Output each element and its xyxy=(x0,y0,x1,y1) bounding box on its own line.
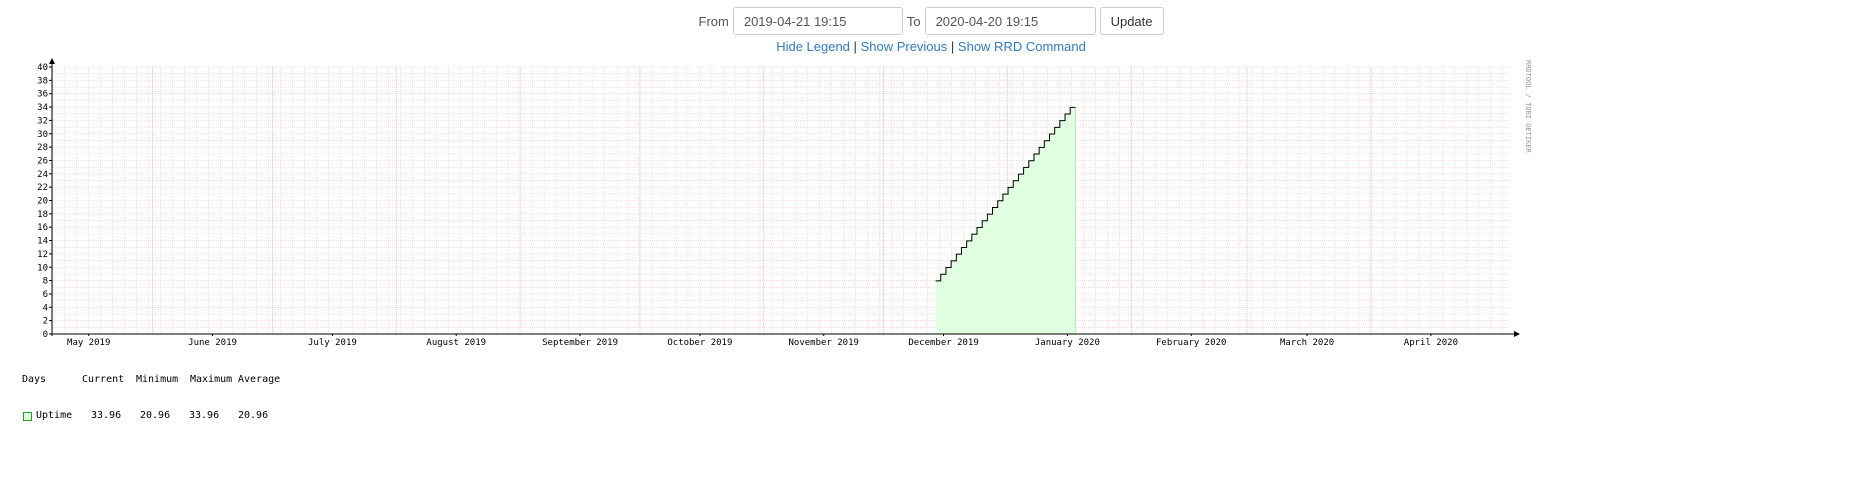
y-tick-label: 10 xyxy=(37,263,48,273)
x-tick-label: October 2019 xyxy=(667,338,732,348)
legend-minimum-value: 20.96 xyxy=(140,410,171,421)
legend-header-minimum: Minimum xyxy=(136,374,179,385)
to-label: To xyxy=(906,13,921,29)
y-tick-label: 40 xyxy=(37,63,48,73)
x-tick-label: November 2019 xyxy=(789,338,859,348)
legend-header-current: Current xyxy=(82,374,125,385)
y-tick-label: 38 xyxy=(37,76,48,86)
x-tick-label: December 2019 xyxy=(908,338,978,348)
chart-legend: Days Current Minimum Maximum Average Uptime 3… xyxy=(22,350,280,434)
y-tick-label: 16 xyxy=(37,223,48,233)
y-tick-label: 12 xyxy=(37,250,48,260)
rrdtool-watermark: RRDTOOL / TOBI OETIKER xyxy=(1524,60,1532,154)
x-tick-label: March 2020 xyxy=(1280,338,1334,348)
y-tick-label: 14 xyxy=(37,237,48,247)
hide-legend-link[interactable]: Hide Legend xyxy=(776,39,850,54)
x-tick-label: May 2019 xyxy=(67,338,110,348)
x-axis-arrow xyxy=(1514,331,1520,337)
legend-row-uptime: Uptime 33.96 20.96 33.96 20.96 xyxy=(22,410,280,422)
y-tick-label: 6 xyxy=(43,290,48,300)
date-range-controls: From To Update xyxy=(0,6,1862,36)
legend-header-days: Days xyxy=(22,374,47,385)
from-label: From xyxy=(698,13,729,29)
legend-header-maximum: Maximum xyxy=(190,374,233,385)
legend-series-name: Uptime xyxy=(36,410,73,421)
link-separator: | xyxy=(853,39,857,54)
legend-maximum-value: 33.96 xyxy=(189,410,220,421)
uptime-chart: 0246810121416182022242628303234363840May… xyxy=(37,58,1532,348)
legend-swatch xyxy=(23,411,32,421)
legend-average-value: 20.96 xyxy=(238,410,269,421)
y-tick-label: 8 xyxy=(43,277,48,287)
x-tick-label: April 2020 xyxy=(1404,338,1458,348)
from-date-input[interactable] xyxy=(732,7,903,35)
y-tick-label: 0 xyxy=(43,330,48,340)
graph-links: Hide Legend | Show Previous | Show RRD C… xyxy=(0,39,1862,54)
x-tick-label: January 2020 xyxy=(1035,338,1100,348)
x-tick-label: February 2020 xyxy=(1156,338,1226,348)
y-tick-label: 32 xyxy=(37,116,48,126)
update-button[interactable]: Update xyxy=(1099,7,1164,35)
link-separator: | xyxy=(950,39,955,54)
show-previous-link[interactable]: Show Previous xyxy=(861,39,948,54)
to-date-input[interactable] xyxy=(924,7,1096,35)
y-tick-label: 20 xyxy=(37,197,48,207)
y-tick-label: 36 xyxy=(37,90,48,100)
y-tick-label: 30 xyxy=(37,130,48,140)
legend-header-row: Days Current Minimum Maximum Average xyxy=(22,374,280,386)
x-tick-label: September 2019 xyxy=(542,338,618,348)
y-tick-label: 26 xyxy=(37,156,48,166)
legend-current-value: 33.96 xyxy=(91,410,122,421)
x-tick-label: June 2019 xyxy=(188,338,237,348)
y-tick-label: 2 xyxy=(43,317,48,327)
y-tick-label: 18 xyxy=(37,210,48,220)
y-axis-arrow xyxy=(49,58,55,64)
x-tick-label: August 2019 xyxy=(426,338,486,348)
x-tick-label: July 2019 xyxy=(308,338,357,348)
legend-header-average: Average xyxy=(238,374,281,385)
y-tick-label: 28 xyxy=(37,143,48,153)
show-rrd-command-link[interactable]: Show RRD Command xyxy=(958,39,1086,54)
y-tick-label: 4 xyxy=(43,303,48,313)
y-tick-label: 24 xyxy=(37,170,48,180)
y-tick-label: 34 xyxy=(37,103,48,113)
y-tick-label: 22 xyxy=(37,183,48,193)
